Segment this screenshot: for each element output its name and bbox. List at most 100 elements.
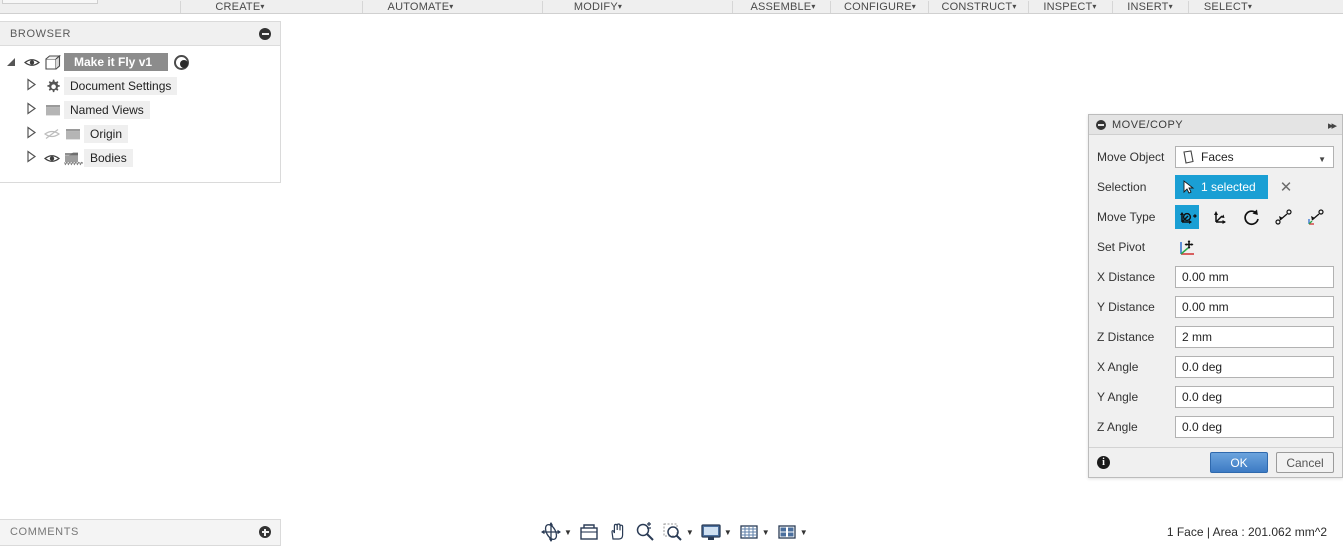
set-pivot-button[interactable] [1175, 235, 1199, 259]
chevron-down-icon: ▼ [799, 527, 808, 537]
box-right-face[interactable] [740, 99, 747, 262]
orbit-button[interactable]: ▼ [538, 522, 574, 542]
grid-line-diagonal [701, 199, 785, 318]
tree-label-document-settings: Document Settings [64, 77, 178, 95]
dialog-header[interactable]: MOVE/COPY ▸▸ [1089, 115, 1342, 135]
visibility-toggle-origin[interactable] [42, 128, 62, 140]
grid-line-diagonal [141, 199, 225, 318]
menu-create-label: CREATE [215, 1, 261, 13]
move-type-rotate[interactable] [1239, 205, 1263, 229]
pan-button[interactable] [604, 522, 630, 542]
viewports-button[interactable]: ▼ [774, 522, 810, 542]
cylinder-body[interactable] [641, 14, 697, 121]
view-cube[interactable]: BACK X Y Z [1258, 42, 1334, 114]
view-cube-axes [1262, 47, 1327, 107]
menu-construct[interactable]: CONSTRUCT▾ [932, 0, 1026, 14]
zoom-window-button[interactable]: ▼ [660, 522, 696, 542]
tree-row-origin[interactable]: Origin [0, 122, 280, 146]
move-type-point-to-position[interactable] [1303, 205, 1327, 229]
tree-row-document-settings[interactable]: Document Settings [0, 74, 280, 98]
inline-distance-input[interactable]: 2 [789, 302, 867, 324]
menu-create[interactable]: CREATE▾ [185, 0, 295, 14]
gizmo-center-handle[interactable] [654, 257, 667, 270]
cursor-icon [1183, 180, 1195, 194]
triangle-right-icon [26, 78, 36, 91]
tree-row-bodies[interactable]: Bodies [0, 146, 280, 170]
grid-snaps-button[interactable]: ▼ [736, 522, 772, 542]
z-angle-input[interactable]: 0.0 deg [1175, 416, 1334, 438]
cancel-button[interactable]: Cancel [1276, 452, 1334, 473]
expander-document-settings[interactable] [20, 78, 42, 94]
x-angle-input[interactable]: 0.0 deg [1175, 356, 1334, 378]
expander-named-views[interactable] [20, 102, 42, 118]
move-type-point-to-point[interactable] [1271, 205, 1295, 229]
tree-row-named-views[interactable]: Named Views [0, 98, 280, 122]
move-type-translate[interactable] [1207, 205, 1231, 229]
menu-configure[interactable]: CONFIGURE▾ [834, 0, 926, 14]
inline-distance-input-group[interactable]: 2 [789, 301, 909, 325]
visibility-toggle-root[interactable] [22, 57, 42, 68]
collapse-icon[interactable] [1096, 119, 1106, 130]
browser-panel: BROWSER Make it Fly v1 Document Settings… [0, 21, 281, 183]
chevron-down-icon: ▾ [260, 2, 265, 12]
menu-modify[interactable]: MODIFY▾ [548, 0, 648, 14]
label-selection: Selection [1097, 180, 1147, 194]
grid-line-diagonal [365, 199, 449, 318]
label-y-angle: Y Angle [1097, 390, 1139, 404]
tree-label-named-views: Named Views [64, 101, 150, 119]
top-menu-bar: CREATE▾ AUTOMATE▾ MODIFY▾ ASSEMBLE▾ CONF… [0, 0, 1343, 14]
menu-assemble[interactable]: ASSEMBLE▾ [738, 0, 828, 14]
move-type-free-move[interactable] [1175, 205, 1199, 229]
tree-row-root[interactable]: Make it Fly v1 [0, 50, 280, 74]
grid-line-diagonal [85, 199, 169, 318]
info-icon[interactable]: i [1097, 456, 1110, 469]
free-move-icon [1179, 211, 1197, 224]
planar-move-handle[interactable] [626, 230, 644, 248]
document-tab[interactable] [2, 0, 98, 4]
ok-button[interactable]: OK [1210, 452, 1268, 473]
row-x-angle: X Angle 0.0 deg [1089, 352, 1342, 382]
menu-insert[interactable]: INSERT▾ [1114, 0, 1186, 14]
expander-root[interactable] [0, 55, 22, 69]
zoom-button[interactable] [632, 522, 658, 542]
expander-bodies[interactable] [20, 150, 42, 166]
folder-icon [42, 103, 64, 117]
clear-selection-icon[interactable]: ✕ [1280, 178, 1293, 196]
point-to-point-icon [1274, 208, 1292, 225]
comments-panel[interactable]: COMMENTS [0, 519, 281, 546]
free-move-sphere[interactable] [637, 240, 685, 288]
dialog-body: Move Object Faces ▼ Selection 1 selected [1089, 135, 1342, 447]
pivot-origin-point[interactable] [548, 253, 565, 270]
input-drag-grip[interactable] [867, 310, 881, 316]
menu-inspect[interactable]: INSPECT▾ [1030, 0, 1110, 14]
look-at-button[interactable] [576, 522, 602, 542]
selection-count: 1 selected [1201, 180, 1256, 194]
visibility-toggle-bodies[interactable] [42, 153, 62, 164]
move-z-arrow[interactable] [645, 186, 675, 240]
label-z-distance: Z Distance [1097, 330, 1155, 344]
display-settings-button[interactable]: ▼ [698, 522, 734, 542]
set-pivot-icon [1179, 239, 1194, 255]
activate-component-radio[interactable] [174, 54, 190, 70]
y-distance-input[interactable]: 0.00 mm [1175, 296, 1334, 318]
view-cube-face[interactable]: BACK [1272, 54, 1320, 100]
eye-icon [24, 58, 40, 66]
expander-origin[interactable] [20, 126, 42, 142]
label-y-distance: Y Distance [1097, 300, 1155, 314]
add-comment-icon[interactable] [259, 526, 271, 538]
selection-button[interactable]: 1 selected [1175, 175, 1268, 199]
expand-panel-icon[interactable]: ▸▸ [1328, 119, 1337, 132]
move-object-dropdown[interactable]: Faces ▼ [1175, 146, 1334, 168]
triangle-right-icon [26, 102, 36, 115]
box-front-face[interactable] [582, 98, 740, 261]
collapse-icon[interactable] [259, 28, 271, 40]
menu-inspect-label: INSPECT [1043, 1, 1093, 13]
move-x-arrow[interactable] [583, 248, 637, 276]
y-angle-input[interactable]: 0.0 deg [1175, 386, 1334, 408]
menu-automate[interactable]: AUTOMATE▾ [368, 0, 473, 14]
menu-select[interactable]: SELECT▾ [1190, 0, 1266, 14]
inline-pivot-button[interactable] [881, 302, 903, 324]
grid-line-diagonal [0, 199, 1, 318]
z-distance-input[interactable]: 2 mm [1175, 326, 1334, 348]
x-distance-input[interactable]: 0.00 mm [1175, 266, 1334, 288]
